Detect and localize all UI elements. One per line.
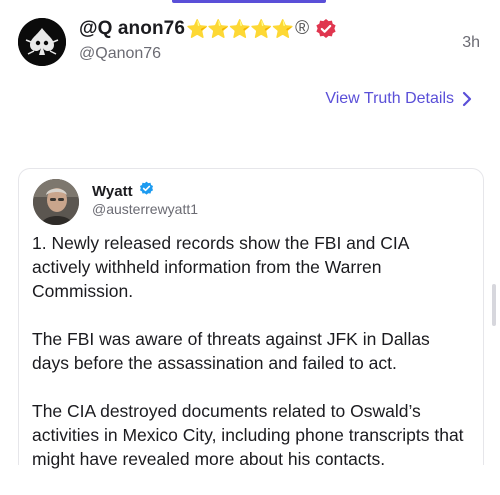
name-row: @Q anon76 ⭐⭐⭐⭐⭐ ® <box>79 18 337 40</box>
post-header: @Q anon76 ⭐⭐⭐⭐⭐ ® @Qanon76 3h <box>18 14 484 70</box>
quoted-post-card[interactable]: Wyatt @austerrewyatt1 1. Newly released … <box>18 168 484 469</box>
view-truth-details-link[interactable]: View Truth Details <box>325 90 472 108</box>
quoted-avatar[interactable] <box>33 179 79 225</box>
verified-badge-icon <box>315 18 337 40</box>
quoted-display-name[interactable]: Wyatt <box>92 183 133 200</box>
verified-check-icon <box>139 181 154 201</box>
quoted-handle[interactable]: @austerrewyatt1 <box>92 201 198 217</box>
quoted-paragraph: 1. Newly released records show the FBI a… <box>32 233 409 301</box>
avatar[interactable] <box>18 18 66 66</box>
registered-mark: ® <box>295 18 310 39</box>
active-tab-indicator <box>172 0 326 3</box>
quoted-paragraph: The FBI was aware of threats against JFK… <box>32 329 430 373</box>
view-truth-details-label: View Truth Details <box>325 90 454 107</box>
chevron-right-icon <box>462 91 472 107</box>
display-name[interactable]: @Q anon76 <box>79 18 185 40</box>
quoted-name-row: Wyatt <box>92 181 154 201</box>
scrollbar-thumb[interactable] <box>492 284 496 326</box>
rating-stars: ⭐⭐⭐⭐⭐ <box>186 18 294 39</box>
post-timestamp: 3h <box>462 34 480 51</box>
quoted-post-body: 1. Newly released records show the FBI a… <box>32 231 469 495</box>
spade-skull-logo <box>18 18 66 66</box>
user-handle[interactable]: @Qanon76 <box>79 45 161 63</box>
quoted-paragraph: The CIA destroyed documents related to O… <box>32 401 464 469</box>
